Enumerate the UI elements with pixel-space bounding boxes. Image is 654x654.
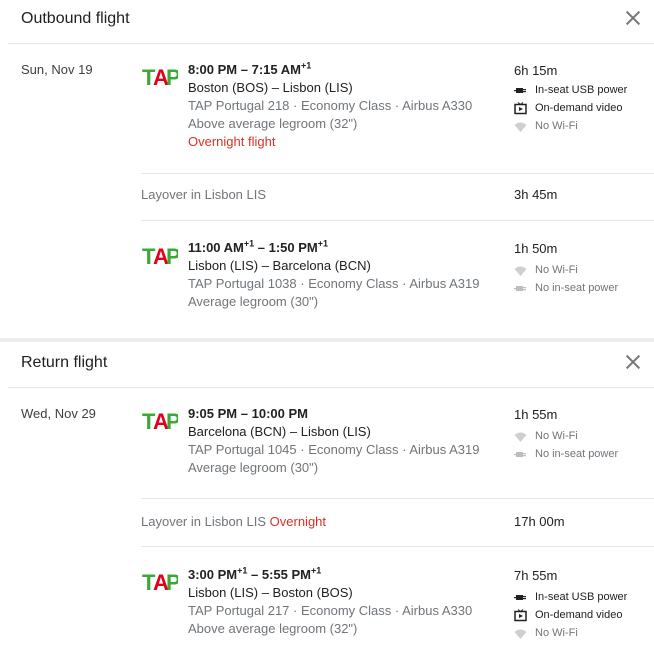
amenity-power: No in-seat power xyxy=(514,279,654,297)
video-icon xyxy=(514,101,527,114)
layover-duration: 17h 00m xyxy=(514,514,565,529)
segment-legroom: Above average legroom (32") xyxy=(188,116,358,131)
close-outbound-icon[interactable] xyxy=(624,9,642,27)
return-title: Return flight xyxy=(21,354,108,371)
return-segment-2[interactable]: 3:00 PM+1 – 5:55 PM+1 Lisbon (LIS) – Bos… xyxy=(188,566,488,638)
usb-power-icon xyxy=(514,594,526,600)
svg-text:P: P xyxy=(166,409,178,434)
power-icon xyxy=(514,285,526,291)
segment-route: Barcelona (BCN) – Lisbon (LIS) xyxy=(188,424,371,439)
divider xyxy=(141,173,654,174)
close-return-icon[interactable] xyxy=(624,353,642,371)
outbound-layover: Layover in Lisbon LIS xyxy=(141,187,267,202)
svg-text:P: P xyxy=(166,65,178,90)
outbound-title: Outbound flight xyxy=(21,10,130,27)
video-icon xyxy=(514,608,527,621)
outbound-header: Outbound flight xyxy=(8,0,654,44)
segment-details: TAP Portugal 217 · Economy Class · Airbu… xyxy=(188,603,473,618)
wifi-icon xyxy=(514,122,527,132)
layover-duration: 3h 45m xyxy=(514,187,558,202)
amenity-wifi: No Wi-Fi xyxy=(514,427,654,445)
wifi-icon xyxy=(514,432,527,442)
amenity-power: No in-seat power xyxy=(514,445,654,463)
segment-duration: 1h 50m xyxy=(514,241,558,256)
segment-times: 3:00 PM+1 – 5:55 PM+1 xyxy=(188,565,322,582)
amenity-wifi: No Wi-Fi xyxy=(514,117,654,135)
outbound-segment-1[interactable]: 8:00 PM – 7:15 AM+1 Boston (BOS) – Lisbo… xyxy=(188,61,488,151)
amenity-usb-power: In-seat USB power xyxy=(514,588,654,606)
section-separator xyxy=(0,338,654,342)
outbound-date: Sun, Nov 19 xyxy=(21,62,93,77)
return-header: Return flight xyxy=(8,344,654,388)
return-layover: Layover in Lisbon LIS Overnight xyxy=(141,514,327,529)
segment-legroom: Average legroom (30") xyxy=(188,460,319,475)
amenities-list: In-seat USB power On-demand video No Wi-… xyxy=(514,588,654,642)
segment-times: 8:00 PM – 7:15 AM+1 xyxy=(188,60,312,77)
wifi-icon xyxy=(514,629,527,639)
overnight-flight-label: Overnight flight xyxy=(188,134,276,149)
segment-duration: 7h 55m xyxy=(514,568,558,583)
segment-legroom: Average legroom (30") xyxy=(188,294,319,309)
segment-duration: 1h 55m xyxy=(514,407,558,422)
return-segment-1[interactable]: 9:05 PM – 10:00 PM Barcelona (BCN) – Lis… xyxy=(188,405,488,477)
amenity-video: On-demand video xyxy=(514,606,654,624)
svg-text:P: P xyxy=(166,244,178,269)
amenity-wifi: No Wi-Fi xyxy=(514,624,654,642)
return-date: Wed, Nov 29 xyxy=(21,406,96,421)
segment-legroom: Above average legroom (32") xyxy=(188,621,358,636)
segment-times: 9:05 PM – 10:00 PM xyxy=(188,406,308,421)
divider xyxy=(141,220,654,221)
segment-route: Lisbon (LIS) – Boston (BOS) xyxy=(188,585,353,600)
svg-text:P: P xyxy=(166,570,178,595)
segment-details: TAP Portugal 1038 · Economy Class · Airb… xyxy=(188,276,480,291)
tap-logo-icon: T A P xyxy=(142,570,178,595)
tap-logo-icon: T A P xyxy=(142,409,178,434)
segment-route: Lisbon (LIS) – Barcelona (BCN) xyxy=(188,258,371,273)
wifi-icon xyxy=(514,266,527,276)
amenities-list: In-seat USB power On-demand video No Wi-… xyxy=(514,81,654,135)
amenity-wifi: No Wi-Fi xyxy=(514,261,654,279)
usb-power-icon xyxy=(514,87,526,93)
amenities-list: No Wi-Fi No in-seat power xyxy=(514,261,654,297)
segment-details: TAP Portugal 218 · Economy Class · Airbu… xyxy=(188,98,473,113)
tap-logo-icon: T A P xyxy=(142,244,178,269)
power-icon xyxy=(514,451,526,457)
segment-details: TAP Portugal 1045 · Economy Class · Airb… xyxy=(188,442,480,457)
divider xyxy=(141,546,654,547)
amenities-list: No Wi-Fi No in-seat power xyxy=(514,427,654,463)
tap-logo-icon: T A P xyxy=(142,65,178,90)
amenity-usb-power: In-seat USB power xyxy=(514,81,654,99)
segment-duration: 6h 15m xyxy=(514,63,558,78)
amenity-video: On-demand video xyxy=(514,99,654,117)
segment-times: 11:00 AM+1 – 1:50 PM+1 xyxy=(188,238,329,255)
outbound-segment-2[interactable]: 11:00 AM+1 – 1:50 PM+1 Lisbon (LIS) – Ba… xyxy=(188,239,488,311)
segment-route: Boston (BOS) – Lisbon (LIS) xyxy=(188,80,353,95)
divider xyxy=(141,498,654,499)
